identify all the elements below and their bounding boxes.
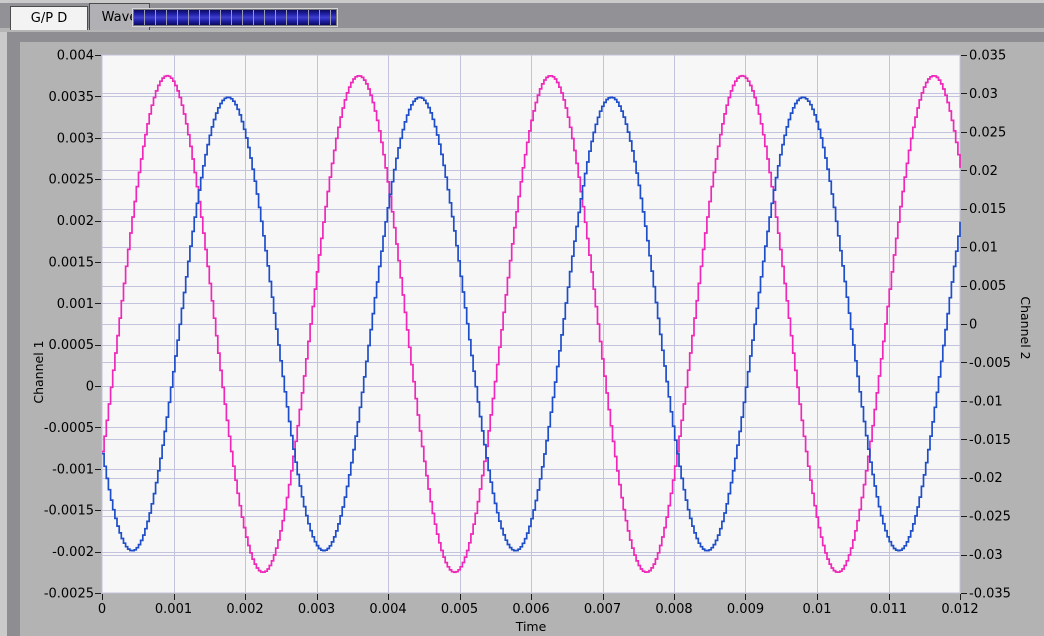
progress-segment [134, 10, 144, 25]
y-right-tick-label: -0.01 [969, 394, 1003, 409]
x-tick-label: 0 [98, 602, 106, 617]
progress-segment [297, 10, 308, 25]
y-left-tick-label: 0 [86, 380, 94, 395]
x-tick-label: 0.002 [226, 602, 263, 617]
y-left-tick-label: -0.0005 [44, 421, 94, 436]
progress-segment [330, 10, 337, 25]
y-right-tick-label: 0.005 [969, 279, 1006, 294]
y-right-tick-label: -0.005 [969, 356, 1011, 371]
progress-segment [286, 10, 297, 25]
x-tick-label: 0.009 [727, 602, 764, 617]
x-axis-title: Time [515, 619, 547, 634]
y-left-axis-title: Channel 1 [31, 340, 46, 403]
progress-segment [177, 10, 188, 25]
progress-segment [254, 10, 265, 25]
x-tick-label: 0.007 [584, 602, 621, 617]
progress-segment [275, 10, 286, 25]
y-left-tick-label: 0.004 [57, 49, 94, 64]
y-right-tick-label: 0.02 [969, 164, 998, 179]
progress-segment [144, 10, 155, 25]
x-tick-label: 0.01 [803, 602, 832, 617]
x-tick-label: 0.001 [155, 602, 192, 617]
y-right-tick-label: 0 [969, 318, 977, 333]
y-right-tick-label: -0.035 [969, 587, 1011, 602]
tab-gpd[interactable]: G/P D [10, 6, 88, 30]
y-left-tick-label: 0.0015 [49, 255, 95, 270]
waveform-graph: 0 0.001 0.002 0.003 0.004 0.005 0.006 0.007 0.00… [31, 49, 1033, 635]
progress-segment [319, 10, 330, 25]
y-right-tick-label: -0.02 [969, 471, 1003, 486]
y-right-axis-title: Channel 2 [1018, 296, 1033, 359]
y-right-tick-label: 0.035 [969, 49, 1006, 64]
x-tick-label: 0.004 [369, 602, 406, 617]
y-right-tick-label: -0.015 [969, 433, 1011, 448]
progress-bar [133, 9, 337, 26]
progress-segment [166, 10, 177, 25]
y-right-tick-label: -0.025 [969, 510, 1011, 525]
x-tick-label: 0.008 [655, 602, 692, 617]
progress-segment [199, 10, 210, 25]
y-left-tick-label: -0.001 [52, 462, 94, 477]
progress-segment [155, 10, 166, 25]
y-left-tick-label: 0.0005 [49, 338, 95, 353]
progress-segment [243, 10, 254, 25]
y-left-tick-label: 0.001 [57, 297, 94, 312]
progress-segment [308, 10, 319, 25]
y-left-tick-label: -0.0015 [44, 504, 94, 519]
y-right-tick-label: 0.015 [969, 202, 1006, 217]
x-tick-label: 0.003 [298, 602, 335, 617]
x-tick-label: 0.012 [941, 602, 978, 617]
labview-front-panel: 0 0.001 0.002 0.003 0.004 0.005 0.006 0.007 0.00… [0, 0, 1044, 636]
y-left-tick-label: 0.003 [57, 131, 94, 146]
y-right-tick-label: 0.03 [969, 87, 998, 102]
progress-segment [232, 10, 243, 25]
y-left-tick-label: 0.0025 [49, 173, 95, 188]
x-tick-label: 0.005 [441, 602, 478, 617]
x-tick-label: 0.006 [512, 602, 549, 617]
progress-segment [188, 10, 199, 25]
y-left-tick-label: 0.002 [57, 214, 94, 229]
progress-segment [210, 10, 221, 25]
y-right-tick-label: 0.01 [969, 241, 998, 256]
progress-segment [221, 10, 232, 25]
y-right-tick-label: 0.025 [969, 125, 1006, 140]
y-left-tick-label: -0.002 [52, 545, 94, 560]
y-right-tick-label: -0.03 [969, 548, 1003, 563]
progress-segment [265, 10, 275, 25]
y-left-tick-label: 0.0035 [49, 90, 95, 105]
y-left-tick-label: -0.0025 [44, 587, 94, 602]
x-tick-label: 0.011 [870, 602, 907, 617]
